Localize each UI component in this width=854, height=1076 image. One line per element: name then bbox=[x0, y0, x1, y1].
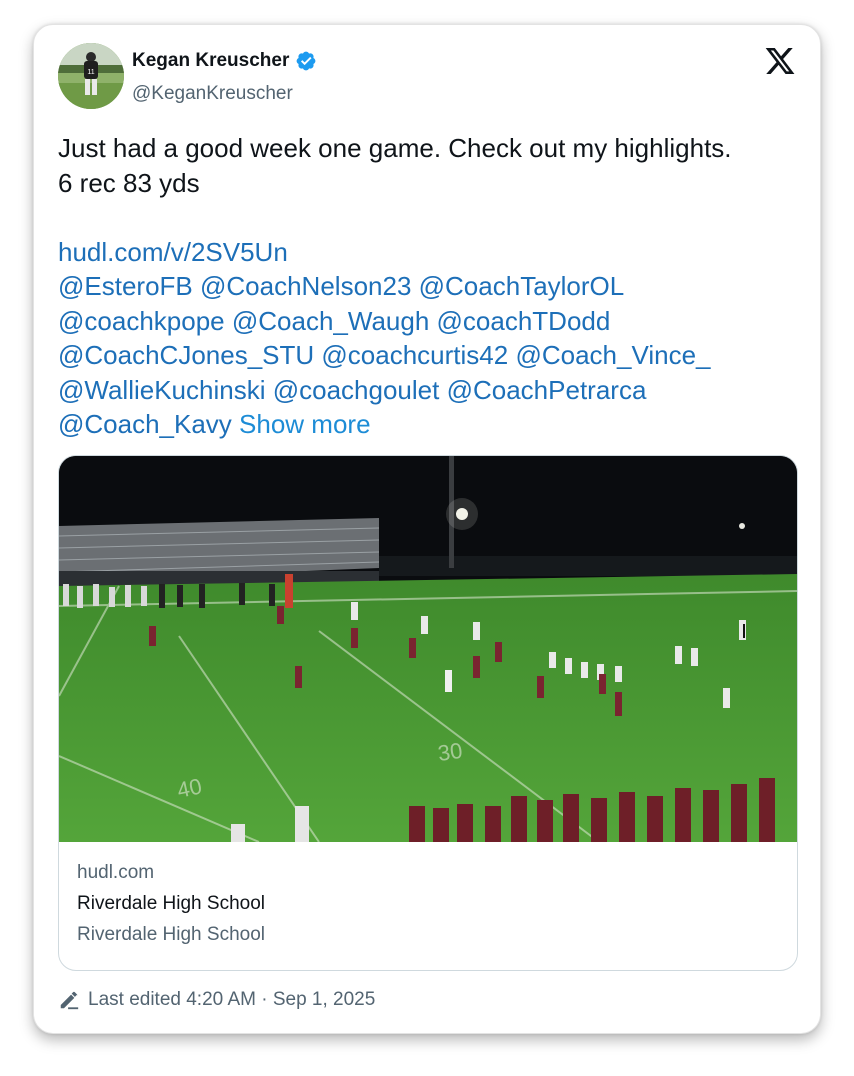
mention-link[interactable]: @coachcurtis42 bbox=[321, 340, 508, 370]
mention-link[interactable]: @coachgoulet bbox=[273, 375, 440, 405]
svg-text:30: 30 bbox=[436, 738, 464, 766]
mention-link[interactable]: @coachkpope bbox=[58, 306, 225, 336]
mention-link[interactable]: @CoachCJones_STU bbox=[58, 340, 314, 370]
mention-link[interactable]: @CoachTaylorOL bbox=[419, 271, 625, 301]
link-card-title: Riverdale High School bbox=[77, 893, 265, 914]
author-handle[interactable]: @KeganKreuscher bbox=[132, 83, 293, 105]
link-card-domain: hudl.com bbox=[77, 862, 155, 883]
mention-link[interactable]: @coachTDodd bbox=[437, 306, 611, 336]
author-name-row[interactable]: Kegan Kreuscher bbox=[132, 50, 317, 72]
link-card-meta: hudl.com Riverdale High School Riverdale… bbox=[77, 862, 265, 946]
mention-link[interactable]: @WallieKuchinski bbox=[58, 375, 266, 405]
tweet-body: Just had a good week one game. Check out… bbox=[58, 131, 808, 442]
football-field-image: 40 30 bbox=[59, 456, 797, 843]
hudl-link[interactable]: hudl.com/v/2SV5Un bbox=[58, 237, 288, 267]
x-logo-icon[interactable] bbox=[764, 45, 796, 77]
tweet-text-line: 6 rec 83 yds bbox=[58, 167, 200, 198]
verified-badge-icon bbox=[296, 51, 316, 71]
link-preview-card[interactable]: 40 30 hudl.com Riverdale High School Riv… bbox=[58, 455, 798, 971]
svg-text:11: 11 bbox=[87, 69, 94, 76]
mention-link[interactable]: @EsteroFB bbox=[58, 271, 193, 301]
svg-text:40: 40 bbox=[175, 773, 204, 803]
mention-link[interactable]: @Coach_Kavy bbox=[58, 409, 232, 439]
last-edited-label[interactable]: Last edited 4:20 AM · Sep 1, 2025 bbox=[58, 989, 375, 1011]
author-display-name[interactable]: Kegan Kreuscher bbox=[132, 50, 289, 72]
tweet-card: 11 Kegan Kreuscher @KeganKreuscher Just … bbox=[33, 24, 821, 1034]
last-edited-text: Last edited 4:20 AM · Sep 1, 2025 bbox=[88, 989, 376, 1010]
avatar-photo: 11 bbox=[58, 43, 124, 109]
mention-link[interactable]: @Coach_Waugh bbox=[232, 306, 429, 336]
mention-link[interactable]: @CoachPetrarca bbox=[447, 375, 647, 405]
show-more-link[interactable]: Show more bbox=[239, 409, 371, 439]
pencil-icon bbox=[60, 991, 79, 1010]
avatar[interactable]: 11 bbox=[58, 43, 124, 109]
link-card-description: Riverdale High School bbox=[77, 924, 265, 945]
tweet-text-line: Just had a good week one game. Check out… bbox=[58, 133, 732, 163]
video-thumbnail[interactable]: 40 30 bbox=[59, 456, 797, 843]
mention-link[interactable]: @Coach_Vince_ bbox=[515, 340, 710, 370]
mention-link[interactable]: @CoachNelson23 bbox=[200, 271, 411, 301]
